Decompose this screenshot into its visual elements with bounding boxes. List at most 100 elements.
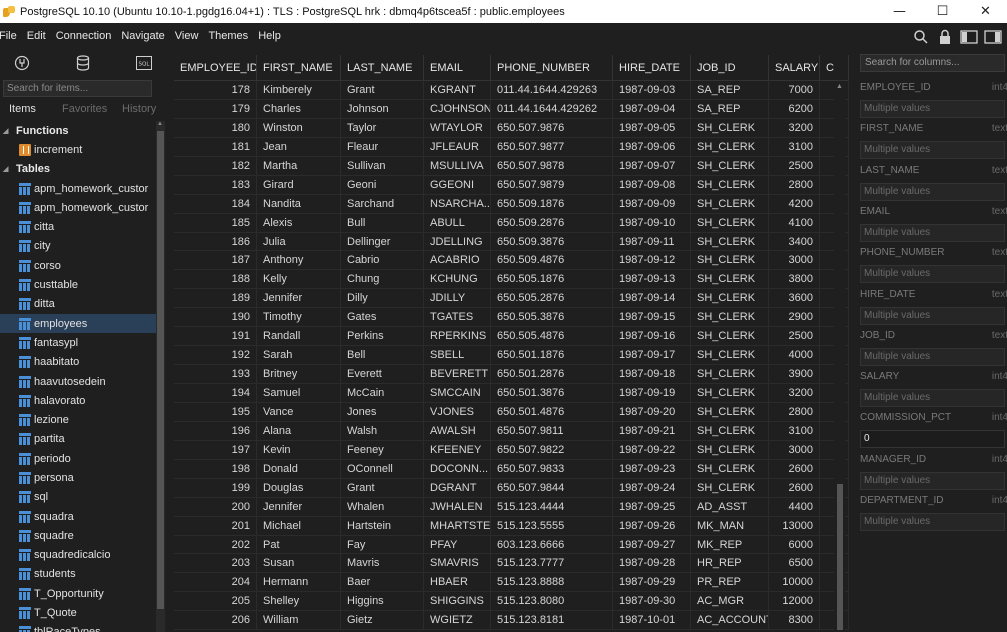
sidebar-scroll-thumb[interactable] — [157, 131, 164, 609]
table-cell[interactable]: 182 — [174, 156, 257, 175]
table-row[interactable]: 206 William Gietz WGIETZ 515.123.8181 1987-10… — [174, 611, 849, 631]
table-cell[interactable]: 650.509.4876 — [491, 251, 613, 270]
table-cell[interactable]: 515.123.8080 — [491, 592, 613, 611]
table-cell[interactable]: 515.123.5555 — [491, 516, 613, 535]
sidebar-item-table[interactable]: fantasypl — [0, 333, 156, 352]
table-cell[interactable]: 1987-09-30 — [613, 592, 691, 611]
table-cell[interactable]: Bell — [341, 346, 424, 365]
table-cell[interactable]: 2600 — [769, 478, 820, 497]
table-cell[interactable]: 197 — [174, 440, 257, 459]
table-cell[interactable]: 193 — [174, 365, 257, 383]
table-cell[interactable]: SH_CLERK — [691, 194, 769, 213]
table-cell[interactable]: SH_CLERK — [691, 384, 769, 402]
table-cell[interactable]: Nandita — [257, 194, 341, 213]
sidebar-item-table[interactable]: students — [0, 565, 156, 584]
table-cell[interactable]: SHIGGINS — [424, 592, 491, 611]
table-cell[interactable]: 1987-09-29 — [613, 573, 691, 592]
tree-group-tables[interactable]: ◢ Tables — [0, 160, 156, 179]
menu-file[interactable]: File — [0, 30, 23, 42]
table-cell[interactable]: Grant — [341, 478, 424, 497]
table-cell[interactable]: ACABRIO — [424, 251, 491, 270]
table-cell[interactable]: 1987-09-22 — [613, 440, 691, 459]
sidebar-item-table[interactable]: apm_homework_custor — [0, 198, 156, 217]
maximize-button[interactable]: ☐ — [921, 0, 964, 23]
sidebar-item-table[interactable]: citta — [0, 217, 156, 236]
table-cell[interactable]: ABULL — [424, 213, 491, 232]
table-cell[interactable]: 6500 — [769, 554, 820, 573]
items-search-input[interactable]: Search for items... — [3, 80, 152, 97]
table-cell[interactable]: SH_CLERK — [691, 289, 769, 308]
table-cell[interactable]: HBAER — [424, 573, 491, 592]
table-cell[interactable]: 1987-09-03 — [613, 81, 691, 99]
table-cell[interactable]: 192 — [174, 346, 257, 365]
table-cell[interactable]: 1987-09-07 — [613, 156, 691, 175]
table-cell[interactable]: Higgins — [341, 592, 424, 611]
filter-value-input[interactable]: Multiple values — [860, 306, 1005, 325]
table-cell[interactable]: 1987-09-17 — [613, 346, 691, 365]
table-cell[interactable]: RPERKINS — [424, 327, 491, 346]
sidebar-item-table[interactable]: T_Opportunity — [0, 584, 156, 603]
table-cell[interactable]: SH_CLERK — [691, 175, 769, 194]
table-cell[interactable]: 3800 — [769, 270, 820, 289]
table-cell[interactable]: Timothy — [257, 308, 341, 327]
table-row[interactable]: 192 Sarah Bell SBELL 650.501.1876 1987-09-17 S… — [174, 346, 849, 366]
table-cell[interactable]: SH_CLERK — [691, 327, 769, 346]
table-row[interactable]: 201 Michael Hartstein MHARTSTE 515.123.5555 1… — [174, 516, 849, 536]
table-cell[interactable]: SH_CLERK — [691, 402, 769, 421]
table-cell[interactable]: 650.507.9811 — [491, 421, 613, 440]
column-header[interactable]: FIRST_NAME — [257, 55, 341, 80]
sidebar-item-table[interactable]: haabitato — [0, 353, 156, 372]
table-row[interactable]: 180 Winston Taylor WTAYLOR 650.507.9876 1987-… — [174, 118, 849, 138]
table-cell[interactable]: 650.507.9878 — [491, 156, 613, 175]
table-cell[interactable]: 2800 — [769, 175, 820, 194]
table-row[interactable]: 205 Shelley Higgins SHIGGINS 515.123.8080 198… — [174, 592, 849, 612]
table-cell[interactable]: 1987-09-04 — [613, 99, 691, 118]
table-cell[interactable]: Kimberely — [257, 81, 341, 99]
table-cell[interactable]: Whalen — [341, 497, 424, 516]
table-cell[interactable]: CJOHNSON — [424, 99, 491, 118]
table-cell[interactable]: Sarah — [257, 346, 341, 365]
table-cell[interactable]: 650.505.2876 — [491, 289, 613, 308]
table-cell[interactable]: Fleaur — [341, 137, 424, 156]
table-cell[interactable]: 7000 — [769, 81, 820, 99]
table-row[interactable]: 194 Samuel McCain SMCCAIN 650.501.3876 1987-0… — [174, 384, 849, 403]
column-header[interactable]: C — [820, 55, 849, 80]
table-cell[interactable]: Anthony — [257, 251, 341, 270]
table-cell[interactable]: AD_ASST — [691, 497, 769, 516]
table-cell[interactable]: SH_CLERK — [691, 440, 769, 459]
table-cell[interactable]: 1987-10-01 — [613, 611, 691, 630]
table-cell[interactable]: 650.507.9876 — [491, 118, 613, 137]
grid-scrollbar[interactable]: ▲ — [834, 81, 845, 632]
table-cell[interactable]: SH_CLERK — [691, 308, 769, 327]
table-row[interactable]: 199 Douglas Grant DGRANT 650.507.9844 1987-09… — [174, 478, 849, 498]
search-icon[interactable] — [911, 27, 931, 47]
table-cell[interactable]: Cabrio — [341, 251, 424, 270]
sidebar-item-table[interactable]: lezione — [0, 410, 156, 429]
table-cell[interactable]: 1987-09-08 — [613, 175, 691, 194]
table-cell[interactable]: 1987-09-05 — [613, 118, 691, 137]
table-cell[interactable]: 1987-09-25 — [613, 497, 691, 516]
table-cell[interactable]: 650.509.1876 — [491, 194, 613, 213]
sidebar-item-table[interactable]: squadra — [0, 507, 156, 526]
table-cell[interactable]: 13000 — [769, 516, 820, 535]
table-cell[interactable]: 650.509.3876 — [491, 232, 613, 251]
table-cell[interactable]: JDELLING — [424, 232, 491, 251]
table-row[interactable]: 178 Kimberely Grant KGRANT 011.44.1644.42926… — [174, 81, 849, 100]
table-cell[interactable]: 2900 — [769, 308, 820, 327]
table-cell[interactable]: KFEENEY — [424, 440, 491, 459]
table-cell[interactable]: SH_CLERK — [691, 251, 769, 270]
menu-help[interactable]: Help — [258, 30, 287, 42]
table-cell[interactable]: SMCCAIN — [424, 384, 491, 402]
table-cell[interactable]: Sarchand — [341, 194, 424, 213]
table-cell[interactable]: 011.44.1644.429263 — [491, 81, 613, 99]
table-cell[interactable]: Jones — [341, 402, 424, 421]
table-cell[interactable]: KCHUNG — [424, 270, 491, 289]
filter-value-input[interactable]: Multiple values — [860, 513, 1005, 531]
table-cell[interactable]: 650.501.1876 — [491, 346, 613, 365]
filter-value-input[interactable]: Multiple values — [860, 223, 1005, 242]
table-cell[interactable]: Jean — [257, 137, 341, 156]
table-cell[interactable]: SA_REP — [691, 99, 769, 118]
scroll-up-icon[interactable]: ▲ — [157, 121, 163, 127]
table-cell[interactable]: Pat — [257, 535, 341, 554]
table-row[interactable]: 198 Donald OConnell DOCONN... 650.507.9833 19… — [174, 459, 849, 479]
